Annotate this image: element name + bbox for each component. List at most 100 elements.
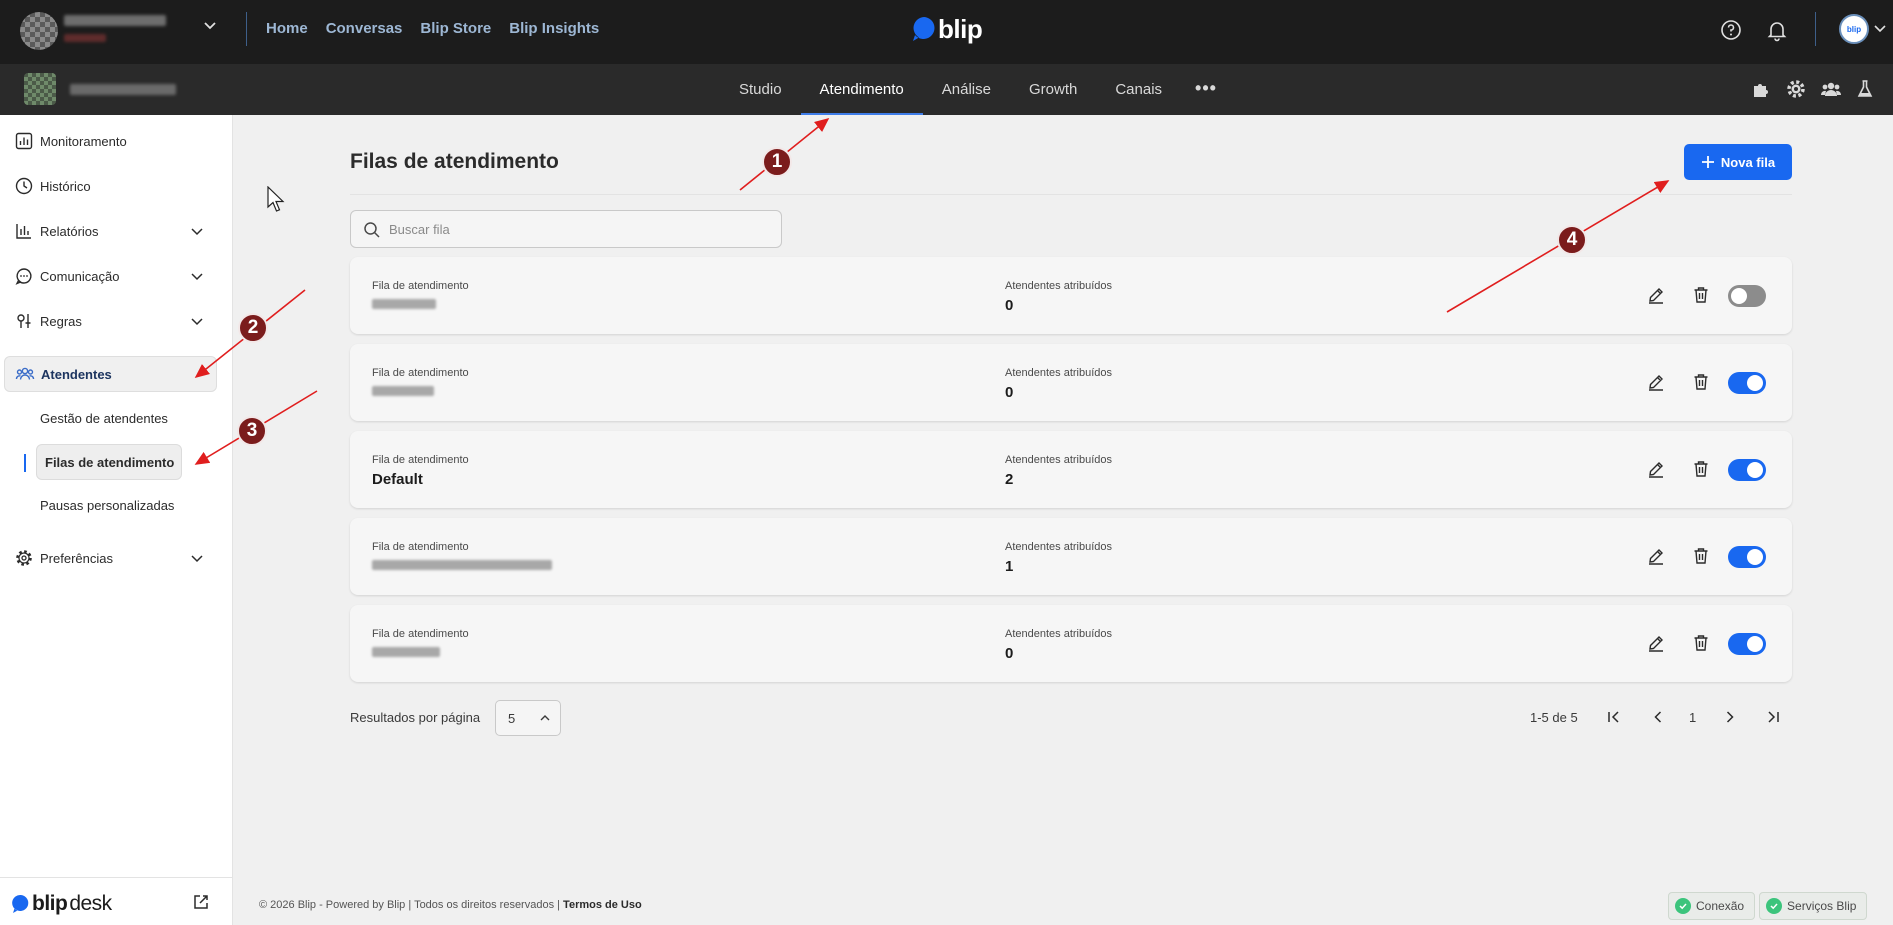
- sidebar-item-label: Histórico: [40, 178, 91, 194]
- edit-icon[interactable]: [1646, 372, 1666, 392]
- flask-icon[interactable]: [1854, 78, 1876, 100]
- agents-label: Atendentes atribuídos: [1005, 541, 1113, 553]
- puzzle-icon[interactable]: [1750, 78, 1772, 100]
- sidebar-item-comunicacao[interactable]: Comunicação: [4, 257, 217, 295]
- queue-row: Fila de atendimento Atendentes atribuído…: [350, 518, 1792, 595]
- plus-icon: [1701, 156, 1714, 168]
- queue-row: Fila de atendimento Atendentes atribuído…: [350, 605, 1792, 682]
- search-box: [350, 210, 782, 248]
- queue-toggle[interactable]: [1728, 285, 1766, 307]
- divider: [1815, 12, 1816, 46]
- edit-icon[interactable]: [1646, 285, 1666, 305]
- top-nav: Home Conversas Blip Store Blip Insights: [266, 20, 599, 37]
- queue-label: Fila de atendimento: [372, 541, 469, 553]
- team-icon[interactable]: [1820, 78, 1842, 100]
- bot-avatar[interactable]: [24, 73, 56, 105]
- sidebar-subitem-gestao-atendentes[interactable]: Gestão de atendentes: [40, 411, 168, 426]
- trash-icon[interactable]: [1691, 633, 1711, 653]
- pagination-range: 1-5 de 5: [1530, 710, 1578, 725]
- logo-light: desk: [69, 892, 112, 915]
- queue-toggle[interactable]: [1728, 372, 1766, 394]
- search-input[interactable]: [389, 211, 769, 247]
- brand-text: blip: [938, 13, 983, 44]
- mouse-cursor-icon: [267, 186, 285, 212]
- annotation-badge-3: 3: [237, 416, 267, 446]
- sidebar-item-monitoramento[interactable]: Monitoramento: [4, 122, 217, 160]
- gear-icon[interactable]: [1785, 78, 1807, 100]
- last-page-icon[interactable]: [1763, 707, 1783, 727]
- sidebar-item-historico[interactable]: Histórico: [4, 167, 217, 205]
- queue-toggle[interactable]: [1728, 633, 1766, 655]
- queue-row: Fila de atendimento Atendentes atribuído…: [350, 257, 1792, 334]
- previous-page-icon[interactable]: [1648, 707, 1668, 727]
- tab-analise[interactable]: Análise: [923, 64, 1010, 115]
- results-per-page-select[interactable]: 5: [495, 700, 561, 736]
- chevron-up-icon: [540, 715, 550, 721]
- chevron-down-icon: [191, 318, 203, 326]
- more-tabs-button[interactable]: •••: [1181, 64, 1231, 115]
- annotation-badge-1: 1: [762, 147, 792, 177]
- queue-toggle[interactable]: [1728, 546, 1766, 568]
- first-page-icon[interactable]: [1604, 707, 1624, 727]
- status-blip-services[interactable]: Serviços Blip: [1759, 892, 1868, 920]
- tab-growth[interactable]: Growth: [1010, 64, 1096, 115]
- status-indicators: Conexão Serviços Blip: [1668, 892, 1868, 920]
- organization-avatar[interactable]: [20, 12, 58, 50]
- sidebar-item-atendentes[interactable]: Atendentes: [4, 356, 217, 392]
- trash-icon[interactable]: [1691, 285, 1711, 305]
- bell-icon[interactable]: [1765, 18, 1789, 42]
- sidebar-item-preferencias[interactable]: Preferências: [4, 539, 217, 577]
- blip-bubble-icon: [12, 894, 29, 913]
- search-icon: [364, 222, 380, 238]
- agents-count: 2: [1005, 471, 1014, 488]
- sidebar-item-label: Comunicação: [40, 268, 120, 284]
- tab-atendimento[interactable]: Atendimento: [800, 64, 924, 115]
- sidebar-subitem-pausas-personalizadas[interactable]: Pausas personalizadas: [40, 498, 174, 513]
- agents-label: Atendentes atribuídos: [1005, 280, 1113, 292]
- rules-icon: [17, 314, 31, 328]
- nav-blip-insights[interactable]: Blip Insights: [509, 20, 599, 37]
- blip-bubble-icon: [913, 17, 935, 41]
- edit-icon[interactable]: [1646, 633, 1666, 653]
- external-link-icon[interactable]: [192, 893, 210, 911]
- tab-studio[interactable]: Studio: [720, 64, 801, 115]
- clock-icon: [15, 177, 33, 195]
- help-icon[interactable]: [1719, 18, 1743, 42]
- new-queue-label: Nova fila: [1720, 154, 1776, 170]
- chevron-down-icon: [191, 555, 203, 563]
- chat-bubble-icon: [15, 268, 32, 285]
- agents-label: Atendentes atribuídos: [1005, 454, 1113, 466]
- trash-icon[interactable]: [1691, 372, 1711, 392]
- next-page-icon[interactable]: [1720, 707, 1740, 727]
- edit-icon[interactable]: [1646, 546, 1666, 566]
- sidebar-item-relatorios[interactable]: Relatórios: [4, 212, 217, 250]
- nav-blip-store[interactable]: Blip Store: [420, 20, 491, 37]
- current-page[interactable]: 1: [1689, 710, 1696, 725]
- edit-icon[interactable]: [1646, 459, 1666, 479]
- trash-icon[interactable]: [1691, 546, 1711, 566]
- blip-logo[interactable]: blip: [912, 12, 983, 46]
- bot-name-redacted: [70, 84, 176, 95]
- agents-count: 1: [1005, 558, 1014, 575]
- new-queue-button[interactable]: Nova fila: [1684, 144, 1792, 180]
- queue-name-redacted: [372, 386, 434, 396]
- sidebar-item-regras[interactable]: Regras: [4, 302, 217, 340]
- queue-toggle[interactable]: [1728, 459, 1766, 481]
- sidebar-subitem-filas-atendimento[interactable]: Filas de atendimento: [36, 444, 182, 480]
- sidebar-footer: blip desk: [0, 877, 233, 925]
- status-connection[interactable]: Conexão: [1668, 892, 1756, 920]
- trash-icon[interactable]: [1691, 459, 1711, 479]
- queue-label: Fila de atendimento: [372, 280, 469, 292]
- chevron-down-icon[interactable]: [200, 16, 220, 36]
- nav-conversas[interactable]: Conversas: [326, 20, 403, 37]
- nav-home[interactable]: Home: [266, 20, 308, 37]
- user-avatar[interactable]: blip: [1839, 14, 1869, 44]
- top-bar: Home Conversas Blip Store Blip Insights …: [0, 0, 1893, 64]
- terms-link[interactable]: Termos de Uso: [563, 899, 642, 911]
- chevron-down-icon: [191, 273, 203, 281]
- divider: [246, 12, 247, 46]
- footer-text: © 2026 Blip - Powered by Blip | Todos os…: [259, 899, 564, 911]
- blipdesk-logo: blip desk: [12, 892, 112, 916]
- chevron-down-icon[interactable]: [1872, 20, 1888, 36]
- tab-canais[interactable]: Canais: [1096, 64, 1181, 115]
